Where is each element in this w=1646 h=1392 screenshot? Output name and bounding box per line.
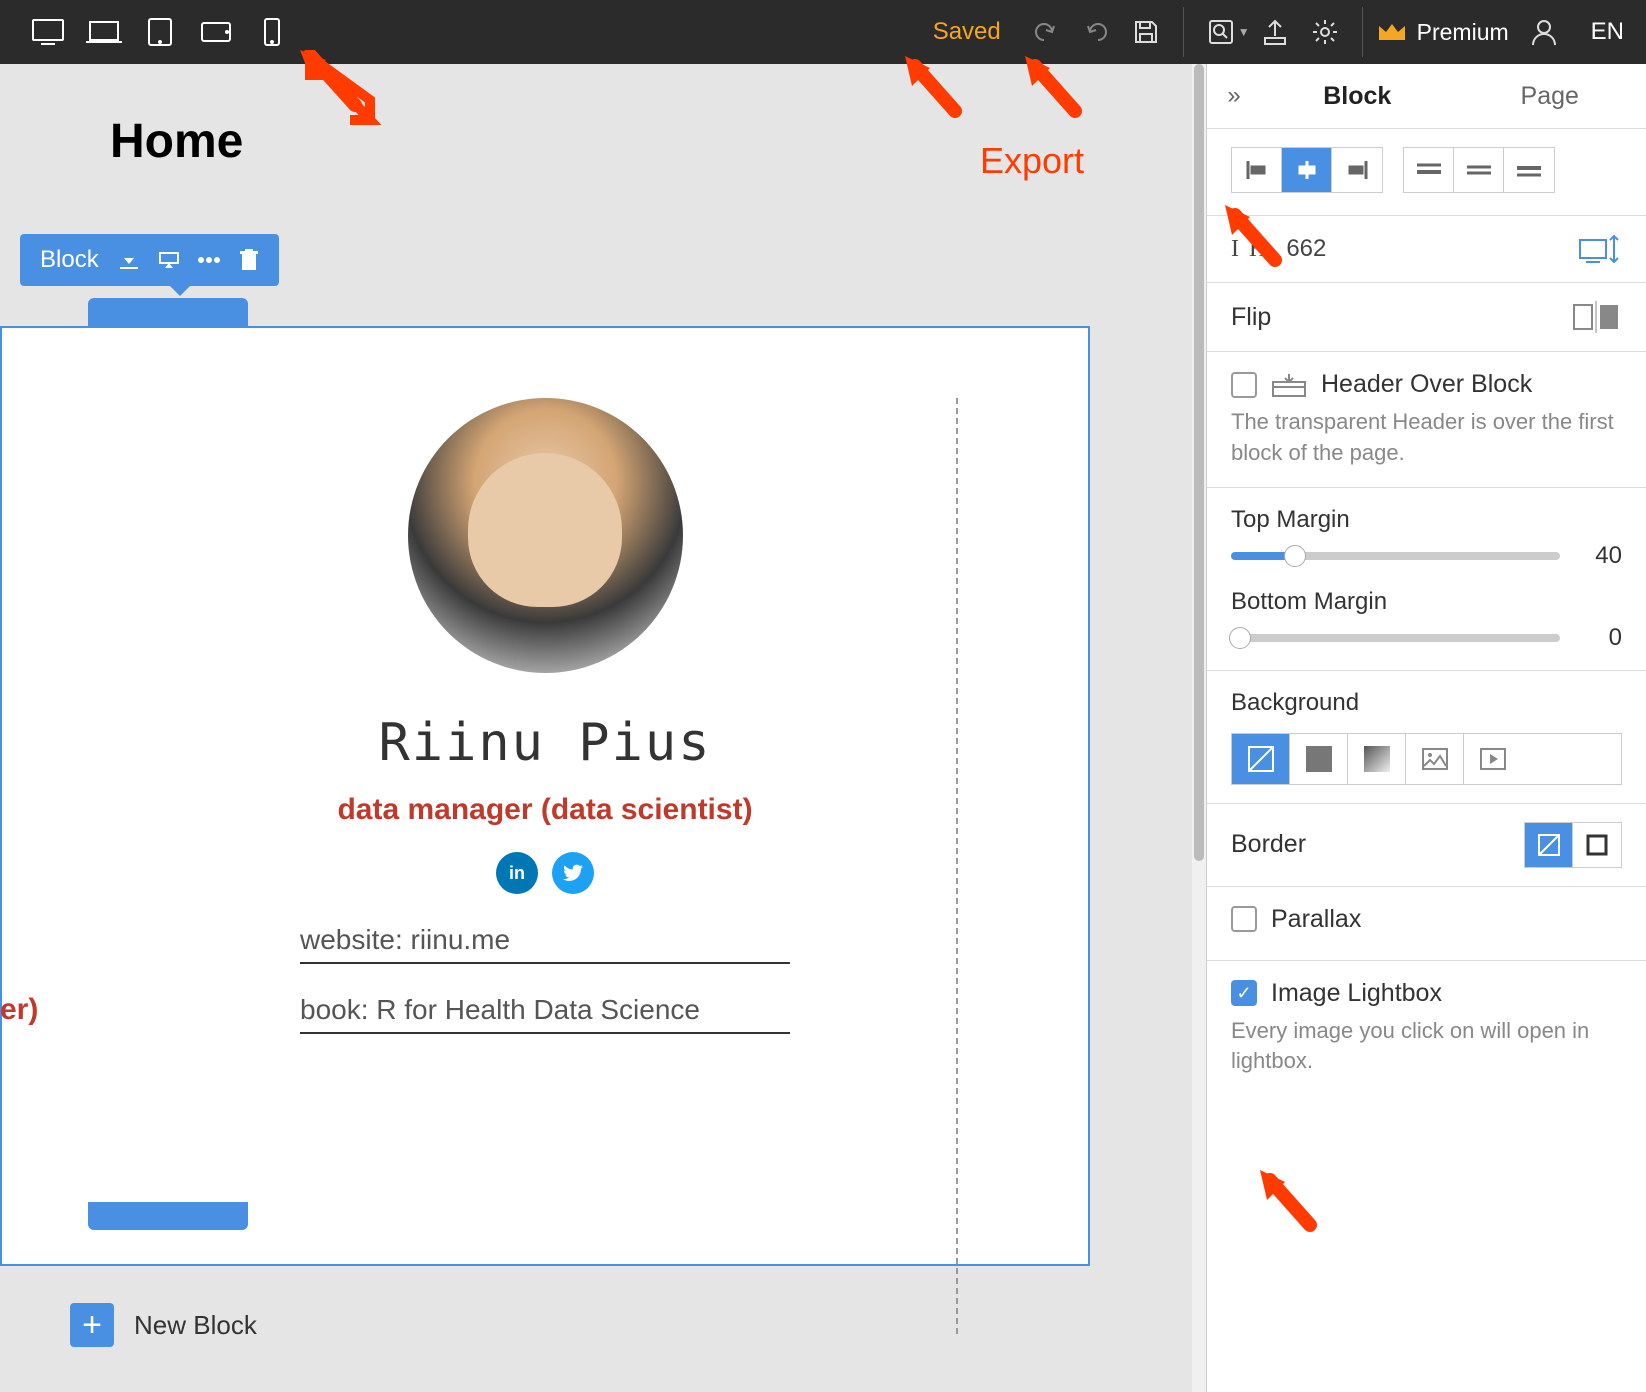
bg-none-button[interactable] bbox=[1232, 734, 1290, 784]
block-more-button[interactable] bbox=[189, 240, 229, 280]
language-button[interactable]: EN bbox=[1569, 18, 1646, 46]
redo-button[interactable] bbox=[1071, 7, 1121, 57]
block-delete-button[interactable] bbox=[229, 240, 269, 280]
flip-label: Flip bbox=[1231, 303, 1271, 332]
profile-name[interactable]: Riinu Pius bbox=[2, 713, 1088, 773]
tab-block[interactable]: Block bbox=[1261, 82, 1454, 111]
header-over-block-hint: The transparent Header is over the first… bbox=[1231, 407, 1622, 469]
valign-top-button[interactable] bbox=[1404, 148, 1454, 192]
annotation-arrow-align bbox=[1220, 205, 1300, 290]
annotation-arrow-lightbox bbox=[1255, 1170, 1335, 1255]
border-solid-button[interactable] bbox=[1573, 823, 1621, 867]
block-toolbar-label: Block bbox=[30, 246, 109, 274]
settings-button[interactable] bbox=[1300, 7, 1350, 57]
social-icons-row: in bbox=[2, 852, 1088, 894]
truncated-text: er) bbox=[0, 993, 38, 1027]
responsive-height-icon[interactable] bbox=[1578, 234, 1622, 264]
align-left-button[interactable] bbox=[1232, 148, 1282, 192]
save-button[interactable] bbox=[1121, 7, 1171, 57]
border-none-button[interactable] bbox=[1525, 823, 1573, 867]
bg-color-button[interactable] bbox=[1290, 734, 1348, 784]
bg-video-button[interactable] bbox=[1464, 734, 1522, 784]
header-over-block-checkbox[interactable] bbox=[1231, 372, 1257, 398]
canvas-scrollbar[interactable] bbox=[1192, 64, 1206, 1392]
bottom-margin-slider[interactable] bbox=[1231, 634, 1560, 642]
border-options bbox=[1524, 822, 1622, 868]
tab-page[interactable]: Page bbox=[1454, 82, 1646, 111]
background-options bbox=[1231, 733, 1622, 785]
export-button[interactable] bbox=[1250, 7, 1300, 57]
new-block-row: + New Block bbox=[70, 1303, 257, 1347]
book-link[interactable]: book: R for Health Data Science bbox=[300, 994, 790, 1034]
parallax-label: Parallax bbox=[1271, 905, 1361, 934]
header-over-block-label: Header Over Block bbox=[1321, 370, 1532, 399]
annotation-arrow-devices bbox=[300, 50, 390, 145]
image-lightbox-checkbox[interactable]: ✓ bbox=[1231, 980, 1257, 1006]
twitter-icon[interactable] bbox=[552, 852, 594, 894]
selected-block[interactable]: er) Riinu Pius data manager (data scient… bbox=[0, 326, 1090, 1266]
collapse-panel-button[interactable]: » bbox=[1207, 82, 1261, 110]
align-right-button[interactable] bbox=[1332, 148, 1382, 192]
valign-middle-button[interactable] bbox=[1454, 148, 1504, 192]
border-label: Border bbox=[1231, 830, 1306, 859]
premium-label: Premium bbox=[1417, 19, 1509, 46]
top-margin-value: 40 bbox=[1580, 542, 1622, 570]
top-toolbar: Saved ▼ Premium EN bbox=[0, 0, 1646, 64]
crown-icon bbox=[1375, 18, 1409, 46]
top-margin-label: Top Margin bbox=[1231, 506, 1622, 534]
block-toolbar: Block bbox=[20, 234, 279, 286]
align-center-button[interactable] bbox=[1282, 148, 1332, 192]
parallax-checkbox[interactable] bbox=[1231, 906, 1257, 932]
block-tab-bottom[interactable] bbox=[88, 1202, 248, 1230]
annotation-export-label: Export bbox=[980, 140, 1084, 182]
top-margin-slider[interactable] bbox=[1231, 552, 1560, 560]
device-preview-group bbox=[0, 10, 320, 54]
bg-gradient-button[interactable] bbox=[1348, 734, 1406, 784]
background-label: Background bbox=[1231, 689, 1622, 717]
avatar-image[interactable] bbox=[408, 398, 683, 673]
flip-icon[interactable] bbox=[1572, 301, 1622, 333]
panel-tabs: » Block Page bbox=[1207, 64, 1646, 129]
profile-role[interactable]: data manager (data scientist) bbox=[2, 793, 1088, 827]
new-block-label: New Block bbox=[134, 1310, 257, 1341]
tablet-device-button[interactable] bbox=[138, 10, 182, 54]
vertical-align-group bbox=[1403, 147, 1555, 193]
annotation-arrow-export bbox=[1020, 56, 1100, 141]
linkedin-icon[interactable]: in bbox=[496, 852, 538, 894]
website-link[interactable]: website: riinu.me bbox=[300, 924, 790, 964]
laptop-device-button[interactable] bbox=[82, 10, 126, 54]
block-tab-top[interactable] bbox=[88, 298, 248, 326]
annotation-arrow-preview bbox=[900, 56, 980, 141]
horizontal-align-group bbox=[1231, 147, 1383, 193]
tablet-landscape-device-button[interactable] bbox=[194, 10, 238, 54]
content-guide-line bbox=[956, 398, 958, 1334]
image-lightbox-hint: Every image you click on will open in li… bbox=[1231, 1016, 1622, 1078]
canvas-area: Home Block er) Riinu Pius data manager (… bbox=[0, 64, 1206, 1392]
block-swap-up-button[interactable] bbox=[109, 240, 149, 280]
add-block-button[interactable]: + bbox=[70, 1303, 114, 1347]
saved-status: Saved bbox=[933, 18, 1001, 46]
bg-image-button[interactable] bbox=[1406, 734, 1464, 784]
block-swap-down-button[interactable] bbox=[149, 240, 189, 280]
bottom-margin-label: Bottom Margin bbox=[1231, 588, 1622, 616]
mobile-device-button[interactable] bbox=[250, 10, 294, 54]
valign-bottom-button[interactable] bbox=[1504, 148, 1554, 192]
header-over-block-icon bbox=[1271, 372, 1307, 398]
undo-button[interactable] bbox=[1021, 7, 1071, 57]
bottom-margin-value: 0 bbox=[1580, 624, 1622, 652]
desktop-device-button[interactable] bbox=[26, 10, 70, 54]
image-lightbox-label: Image Lightbox bbox=[1271, 979, 1442, 1008]
premium-badge[interactable]: Premium bbox=[1375, 18, 1509, 46]
account-button[interactable] bbox=[1519, 7, 1569, 57]
